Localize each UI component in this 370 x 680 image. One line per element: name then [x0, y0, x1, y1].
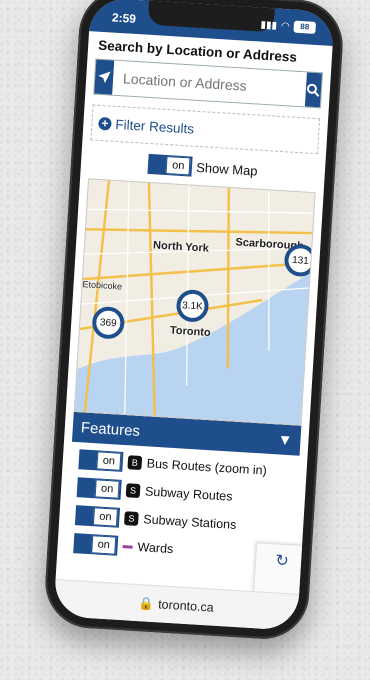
feature-label: Subway Routes	[144, 484, 233, 504]
wards-toggle[interactable]: on	[73, 533, 119, 556]
filter-results-label: Filter Results	[115, 116, 195, 137]
plus-circle-icon: +	[98, 116, 112, 131]
map-label-toronto: Toronto	[169, 324, 211, 340]
feature-label: Wards	[137, 540, 174, 557]
subway-routes-toggle[interactable]: on	[76, 477, 122, 500]
feature-label: Bus Routes (zoom in)	[146, 456, 268, 478]
subway-icon: S	[125, 483, 141, 499]
status-time: 2:59	[111, 10, 137, 26]
filter-results-link[interactable]: + Filter Results	[90, 104, 321, 155]
features-title: Features	[80, 418, 141, 440]
battery-icon: 88	[293, 20, 317, 34]
map[interactable]: North York Scarborough Etobicoke Toronto…	[73, 178, 316, 426]
browser-url: toronto.ca	[157, 597, 215, 615]
locate-button[interactable]	[94, 59, 115, 95]
show-map-label: Show Map	[195, 159, 259, 179]
show-map-toggle[interactable]: on	[147, 153, 193, 177]
bus-icon: B	[127, 455, 143, 471]
caret-down-icon: ▼	[277, 430, 293, 449]
location-arrow-icon	[98, 71, 111, 84]
subway-icon: S	[123, 511, 139, 526]
bus-routes-toggle[interactable]: on	[78, 449, 124, 472]
phone-screen: 2:59 ▮▮▮ ◠ 88 Search by Location or Addr…	[53, 0, 335, 631]
lock-icon: 🔒	[138, 595, 155, 611]
phone: 2:59 ▮▮▮ ◠ 88 Search by Location or Addr…	[42, 0, 346, 642]
search-button[interactable]	[304, 72, 322, 108]
ward-line-icon	[122, 544, 133, 549]
search-icon	[307, 83, 320, 97]
subway-stations-toggle[interactable]: on	[74, 505, 121, 528]
wifi-icon: ◠	[280, 20, 291, 32]
signal-icon: ▮▮▮	[260, 19, 278, 32]
feature-label: Subway Stations	[142, 512, 237, 532]
